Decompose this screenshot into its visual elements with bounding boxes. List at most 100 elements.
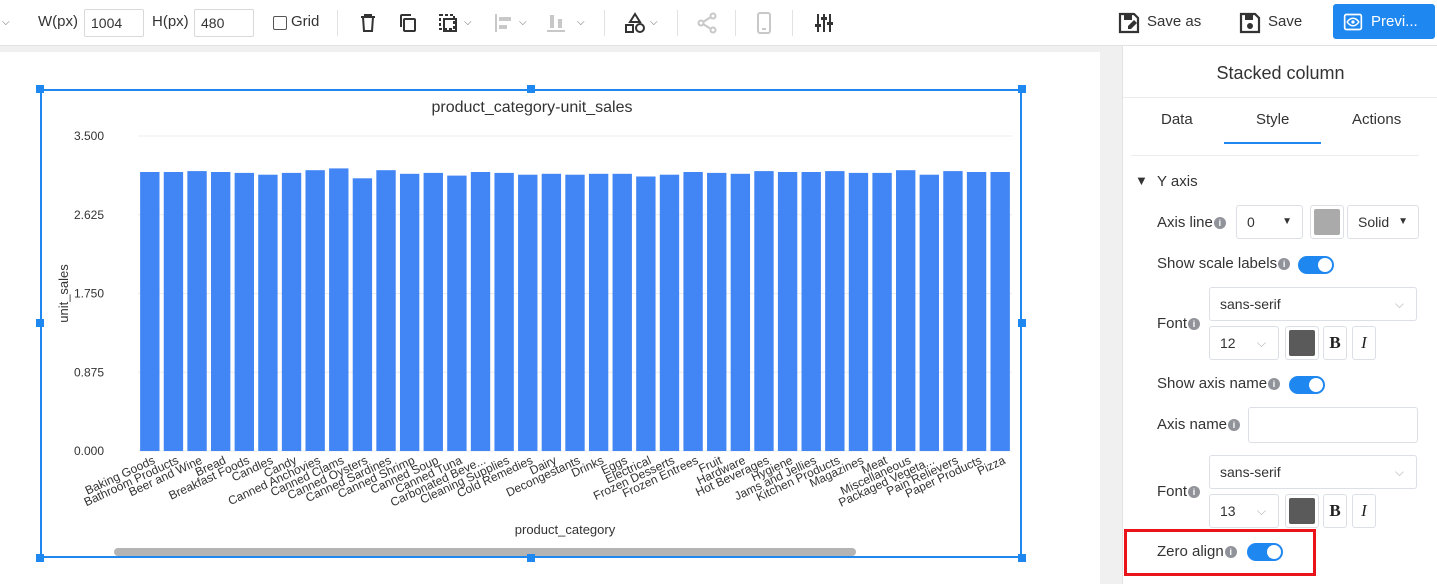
chart-scrollbar[interactable]: [114, 548, 856, 556]
axis-line-style-select[interactable]: Solid ▼: [1347, 205, 1419, 239]
bold-button[interactable]: B: [1323, 494, 1347, 528]
save-icon[interactable]: [1238, 11, 1262, 35]
info-icon[interactable]: i: [1213, 217, 1226, 229]
chevron-down-icon: ⌵: [1394, 297, 1404, 311]
color-swatch: [1289, 330, 1315, 356]
resize-handle[interactable]: [36, 85, 44, 93]
bar: [588, 173, 609, 452]
name-font-label: Font i: [1157, 483, 1201, 500]
resize-handle[interactable]: [527, 554, 535, 562]
tab-data[interactable]: Data: [1161, 111, 1193, 128]
resize-handle[interactable]: [527, 85, 535, 93]
resize-handle[interactable]: [1018, 319, 1026, 327]
width-label: W(px): [38, 13, 78, 30]
copy-icon[interactable]: [396, 11, 420, 35]
chevron-down-icon[interactable]: ⌵: [464, 17, 472, 28]
bar: [163, 172, 184, 451]
caret-down-icon: ▼: [1282, 216, 1292, 227]
info-icon[interactable]: i: [1228, 419, 1241, 431]
info-icon[interactable]: i: [1188, 486, 1201, 498]
bar: [707, 172, 727, 451]
bar: [494, 172, 514, 451]
grid-label: Grid: [291, 13, 320, 30]
tab-style[interactable]: Style: [1256, 111, 1289, 128]
preview-label: Previ...: [1371, 13, 1418, 30]
bar: [447, 175, 467, 451]
info-icon[interactable]: i: [1278, 258, 1291, 270]
info-icon[interactable]: i: [1268, 378, 1281, 390]
grid-checkbox[interactable]: [273, 16, 287, 30]
height-input[interactable]: 480: [194, 9, 254, 37]
show-scale-labels-toggle[interactable]: [1298, 256, 1334, 274]
bold-button[interactable]: B: [1323, 326, 1347, 360]
sliders-icon[interactable]: [812, 11, 836, 35]
scale-font-size-select[interactable]: 12 ⌵: [1209, 326, 1279, 360]
axis-line-label: Axis line i: [1157, 214, 1226, 231]
resize-handle[interactable]: [36, 319, 44, 327]
name-font-size-value: 13: [1220, 503, 1236, 519]
name-font-family-value: sans-serif: [1220, 464, 1281, 480]
align-vertical-icon: [544, 11, 568, 35]
tab-actions[interactable]: Actions: [1352, 111, 1401, 128]
top-toolbar: ⌵ W(px) 1004 H(px) 480 Grid ⌵ ⌵ ⌵ ⌵ Save…: [0, 0, 1437, 46]
chevron-down-icon[interactable]: ▼: [1135, 173, 1148, 188]
caret-down-icon: ▼: [1398, 216, 1408, 227]
chart-widget[interactable]: product_category-unit_sales 0.000 0.875 1.…: [40, 89, 1022, 558]
section-title[interactable]: Y axis: [1157, 173, 1198, 190]
width-input[interactable]: 1004: [84, 9, 144, 37]
resize-handle[interactable]: [36, 554, 44, 562]
bar: [848, 172, 869, 451]
scrollbar-thumb[interactable]: [114, 548, 856, 556]
chevron-down-icon: ⌵: [519, 17, 527, 28]
italic-button[interactable]: I: [1352, 326, 1376, 360]
scale-font-family-select[interactable]: sans-serif ⌵: [1209, 287, 1417, 321]
bar: [281, 172, 302, 451]
y-tick-label: 1.750: [74, 287, 104, 301]
bar: [518, 174, 538, 451]
bar: [399, 173, 420, 452]
save-as-button[interactable]: Save as: [1147, 13, 1201, 30]
y-tick-label: 2.625: [74, 208, 104, 222]
align-horizontal-icon: [492, 11, 516, 35]
chevron-down-icon: ⌵: [1394, 465, 1404, 479]
tabs-divider: [1123, 97, 1437, 98]
axis-line-color-picker[interactable]: [1310, 205, 1344, 239]
name-font-label-text: Font: [1157, 483, 1188, 500]
save-as-icon[interactable]: [1117, 11, 1141, 35]
bar-chart: 0.0000.8751.7502.6253.500unit_salesBakin…: [56, 129, 1012, 537]
toolbar-divider: [735, 10, 736, 36]
save-button[interactable]: Save: [1268, 13, 1302, 30]
select-icon[interactable]: [436, 11, 460, 35]
name-font-size-select[interactable]: 13 ⌵: [1209, 494, 1279, 528]
show-axis-name-toggle[interactable]: [1289, 376, 1325, 394]
toolbar-divider: [604, 10, 605, 36]
bar: [754, 171, 774, 451]
bar: [470, 172, 491, 451]
bar: [990, 172, 1010, 451]
scale-font-color-picker[interactable]: [1285, 326, 1319, 360]
chevron-down-icon[interactable]: ⌵: [650, 17, 658, 28]
name-font-family-select[interactable]: sans-serif ⌵: [1209, 455, 1417, 489]
name-font-color-picker[interactable]: [1285, 494, 1319, 528]
color-swatch: [1289, 498, 1315, 524]
resize-handle[interactable]: [1018, 85, 1026, 93]
share-icon: [695, 11, 719, 35]
panel-title: Stacked column: [1216, 63, 1345, 83]
bar: [777, 172, 798, 451]
italic-button[interactable]: I: [1352, 494, 1376, 528]
bar: [305, 170, 325, 451]
scale-font-size-value: 12: [1220, 335, 1236, 351]
axis-line-width-select[interactable]: 0 ▼: [1236, 205, 1303, 239]
shapes-icon[interactable]: [623, 11, 647, 35]
chevron-down-icon: ⌵: [577, 17, 585, 28]
delete-icon[interactable]: [356, 11, 380, 35]
preview-button[interactable]: Previ...: [1333, 4, 1435, 39]
bar: [258, 174, 278, 451]
bar: [329, 168, 349, 451]
resize-handle[interactable]: [1018, 554, 1026, 562]
axis-name-input[interactable]: [1248, 407, 1418, 443]
chevron-down-icon[interactable]: ⌵: [2, 17, 10, 28]
toggle-knob: [1318, 258, 1332, 272]
properties-panel: Stacked column Data Style Actions ▼ Y ax…: [1122, 46, 1437, 584]
info-icon[interactable]: i: [1188, 318, 1201, 330]
